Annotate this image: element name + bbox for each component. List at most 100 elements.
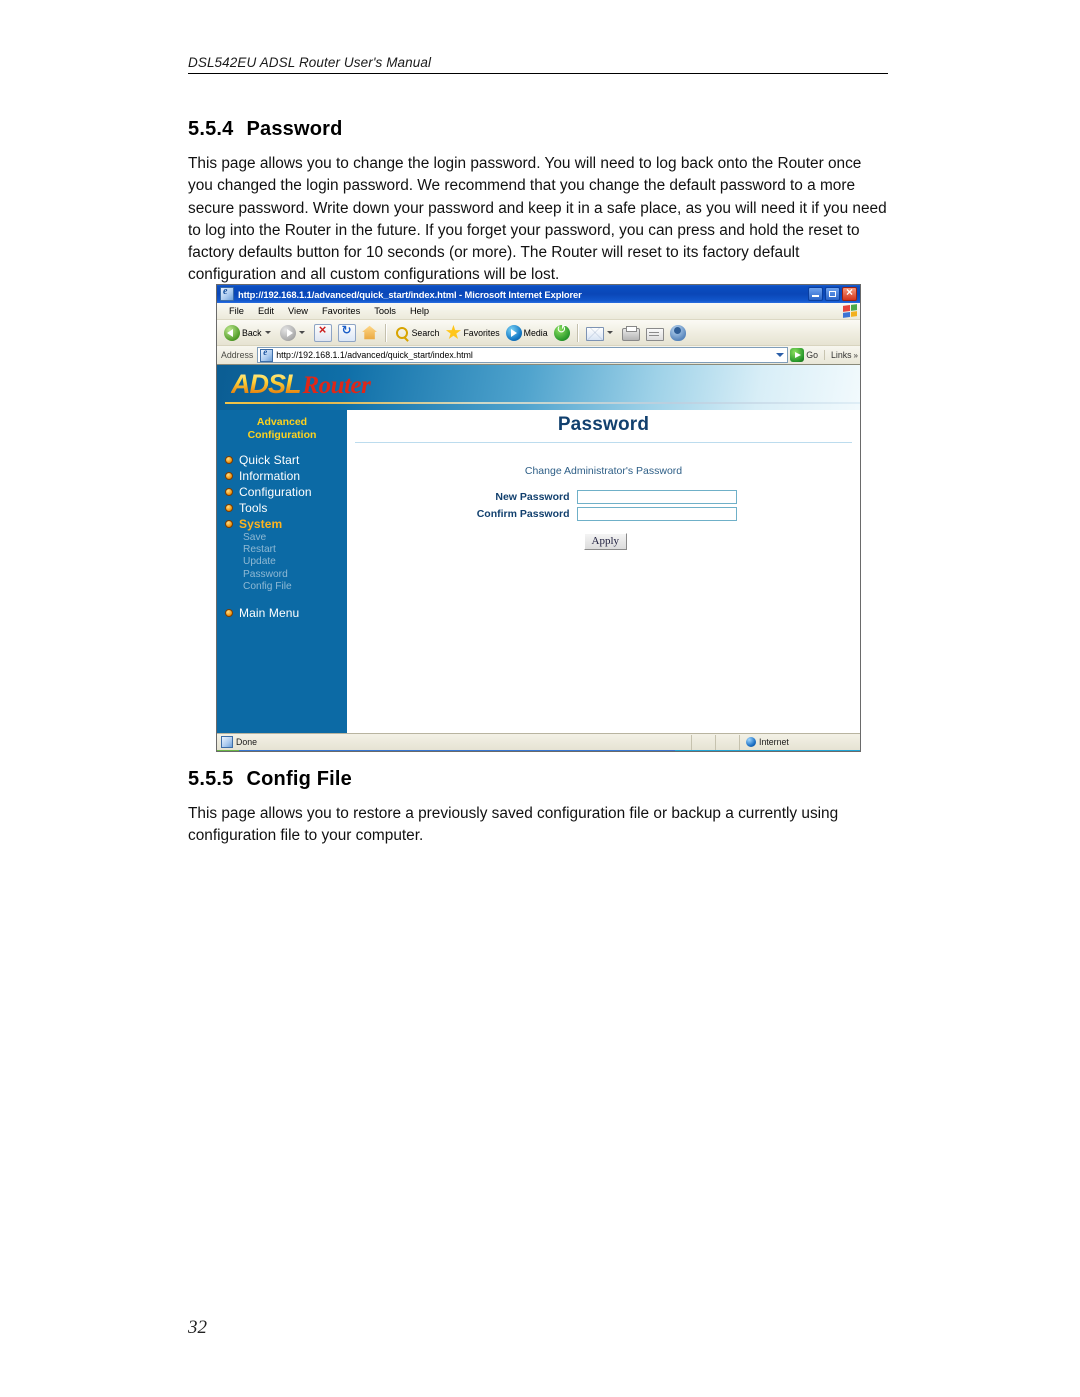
media-button[interactable]: Media	[503, 322, 551, 344]
windows-taskbar	[217, 750, 860, 751]
internet-explorer-icon	[220, 286, 234, 301]
sidebar-subitem-save[interactable]: Save	[217, 532, 347, 544]
maximize-button[interactable]	[825, 287, 840, 301]
menu-item-view[interactable]: View	[281, 306, 315, 316]
status-pane-1	[692, 734, 716, 750]
star-icon	[445, 324, 461, 340]
section-title-555: Config File	[246, 768, 353, 790]
browser-titlebar: http://192.168.1.1/advanced/quick_start/…	[217, 285, 860, 303]
section-body-554: This page allows you to change the login…	[188, 155, 887, 284]
new-password-input[interactable]	[576, 490, 737, 504]
forward-arrow-icon	[279, 324, 296, 341]
security-zone-text: Internet	[759, 737, 789, 747]
go-button-label: Go	[806, 350, 818, 360]
status-text-area: Done	[217, 734, 692, 750]
browser-menubar: File Edit View Favorites Tools Help	[217, 303, 860, 320]
router-content: Password Change Administrator's Password…	[347, 410, 860, 733]
go-arrow-icon	[790, 348, 805, 362]
sidebar-item-tools[interactable]: Tools	[217, 500, 347, 516]
logo-adsl-text: ADSL	[231, 369, 301, 399]
links-bar[interactable]: Links »	[824, 350, 858, 360]
home-icon	[362, 325, 377, 340]
router-sidebar: Advanced Configuration Quick Start Infor…	[217, 410, 347, 733]
menu-item-help[interactable]: Help	[403, 306, 436, 316]
chevron-down-icon-mail[interactable]	[606, 331, 613, 334]
refresh-button[interactable]	[335, 322, 359, 344]
sidebar-subitem-update[interactable]: Update	[217, 556, 347, 568]
router-body: Advanced Configuration Quick Start Infor…	[217, 410, 860, 733]
bullet-icon	[225, 488, 233, 496]
section-number-554: 5.5.4	[188, 118, 234, 140]
search-button[interactable]: Search	[391, 322, 443, 344]
browser-title-text: http://192.168.1.1/advanced/quick_start/…	[238, 288, 582, 300]
router-banner: ADSL Router	[217, 365, 860, 410]
back-button-label: Back	[242, 327, 262, 338]
menu-item-edit[interactable]: Edit	[251, 306, 281, 316]
address-label: Address	[221, 350, 254, 360]
start-button[interactable]	[217, 750, 239, 751]
browser-window-screenshot: http://192.168.1.1/advanced/quick_start/…	[216, 284, 861, 752]
apply-button[interactable]: Apply	[583, 533, 627, 550]
messenger-button[interactable]	[667, 322, 689, 344]
stop-icon	[313, 322, 332, 342]
sidebar-item-quick-start[interactable]: Quick Start	[217, 452, 347, 468]
bullet-icon	[225, 504, 233, 512]
address-value: http://192.168.1.1/advanced/quick_start/…	[276, 350, 473, 360]
new-password-label: New Password	[495, 491, 570, 503]
print-button[interactable]	[619, 322, 643, 344]
chevron-down-icon-forward[interactable]	[298, 331, 305, 334]
browser-viewport: ADSL Router Advanced Configuration Quick…	[217, 365, 860, 733]
messenger-icon	[669, 324, 686, 341]
edit-button[interactable]	[643, 322, 667, 344]
address-input[interactable]: http://192.168.1.1/advanced/quick_start/…	[257, 347, 789, 363]
back-button[interactable]: Back	[221, 322, 277, 344]
sidebar-item-label: Configuration	[239, 485, 312, 499]
confirm-password-input[interactable]	[576, 507, 737, 521]
stop-button[interactable]	[311, 322, 335, 344]
close-button[interactable]	[842, 285, 857, 301]
page-title-rule	[355, 442, 852, 443]
sidebar-subitem-restart[interactable]: Restart	[217, 544, 347, 556]
taskbar-items	[239, 750, 675, 751]
form-row-confirm-password: Confirm Password	[457, 507, 751, 521]
sidebar-item-information[interactable]: Information	[217, 468, 347, 484]
page-title: Password	[557, 414, 650, 435]
media-button-label: Media	[523, 327, 548, 338]
mail-button[interactable]	[583, 322, 619, 344]
menu-item-tools[interactable]: Tools	[367, 306, 403, 316]
links-chevron-icon[interactable]: »	[854, 351, 858, 360]
links-label: Links	[831, 350, 852, 360]
sidebar-item-configuration[interactable]: Configuration	[217, 484, 347, 500]
globe-icon	[746, 737, 756, 747]
sidebar-item-main-menu[interactable]: Main Menu	[217, 605, 347, 621]
document-header: DSL542EU ADSL Router User's Manual	[188, 55, 888, 74]
bullet-icon	[225, 609, 233, 618]
windows-flag-icon	[843, 304, 857, 318]
forward-button[interactable]	[277, 322, 311, 344]
sidebar-item-label: System	[239, 517, 283, 531]
section-body-555: This page allows you to restore a previo…	[188, 805, 839, 845]
page-number: 32	[188, 1317, 207, 1338]
sidebar-subitem-password[interactable]: Password	[217, 569, 347, 581]
refresh-icon	[337, 323, 356, 342]
menu-item-file[interactable]: File	[222, 306, 251, 316]
address-dropdown-icon[interactable]	[773, 347, 787, 363]
menu-item-favorites[interactable]: Favorites	[315, 306, 367, 316]
browser-statusbar: Done Internet	[217, 733, 860, 750]
go-button[interactable]: Go	[788, 348, 822, 362]
chevron-down-icon[interactable]	[264, 331, 271, 334]
browser-addressbar: Address http://192.168.1.1/advanced/quic…	[217, 346, 860, 365]
sidebar-item-label: Quick Start	[239, 453, 300, 467]
apply-button-wrap: Apply	[457, 533, 751, 550]
status-page-icon	[221, 736, 233, 748]
sidebar-subitem-config-file[interactable]: Config File	[217, 581, 347, 593]
minimize-button[interactable]	[808, 287, 823, 301]
favorites-button[interactable]: Favorites	[442, 322, 502, 344]
edit-page-icon	[645, 327, 664, 341]
sidebar-item-system[interactable]: System	[217, 516, 347, 532]
browser-toolbar: Back Search Favorites	[217, 320, 860, 346]
history-button[interactable]	[551, 322, 573, 344]
home-button[interactable]	[359, 322, 381, 344]
printer-icon	[621, 325, 640, 341]
